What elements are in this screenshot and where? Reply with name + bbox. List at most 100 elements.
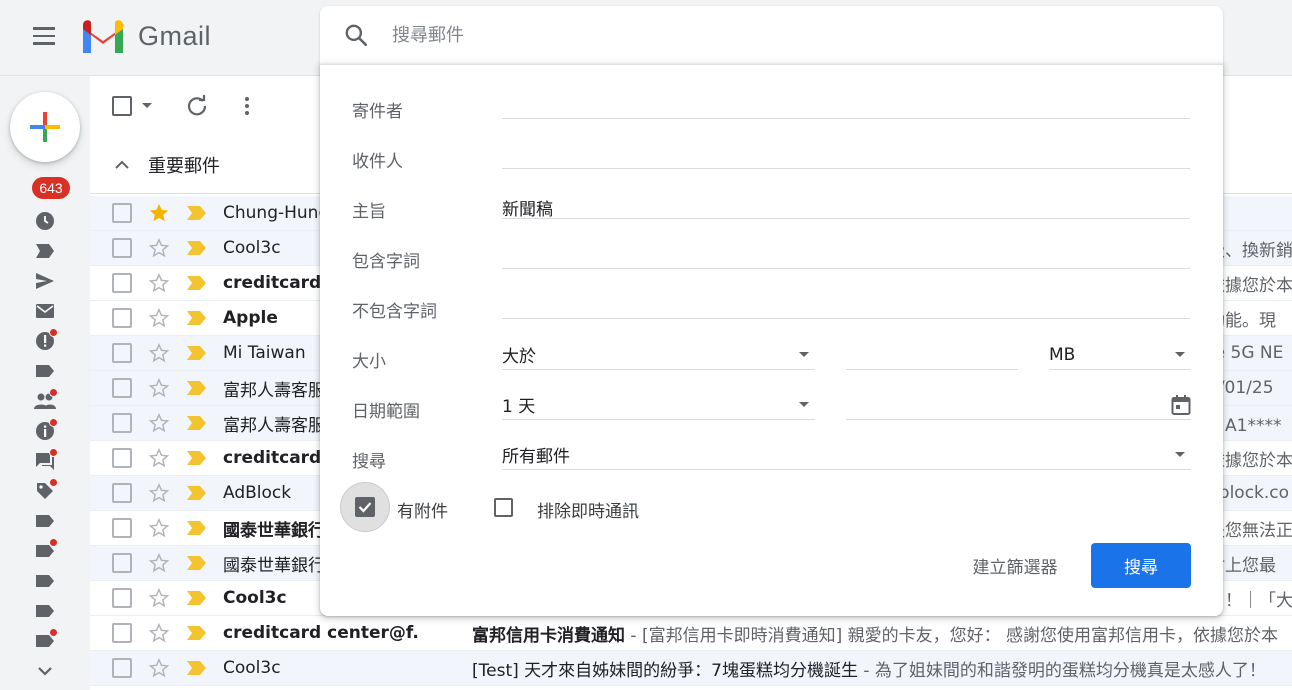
create-filter-button[interactable]: 建立篩選器 [960, 543, 1070, 587]
calendar-icon[interactable] [1171, 394, 1191, 416]
promotions-tag-icon[interactable] [34, 478, 58, 502]
checkmark-icon [355, 497, 375, 517]
row-checkbox[interactable] [112, 553, 132, 573]
importance-marker-icon[interactable] [186, 309, 208, 327]
main-menu-button[interactable] [22, 16, 66, 56]
star-icon[interactable] [148, 482, 170, 504]
inbox-unread-badge[interactable]: 643 [32, 177, 70, 199]
size-operator-select[interactable]: 大於 [502, 340, 815, 370]
row-checkbox[interactable] [112, 238, 132, 258]
has-words-field[interactable] [502, 239, 1190, 269]
subject-label: 主旨 [352, 202, 386, 222]
star-icon[interactable] [148, 622, 170, 644]
importance-marker-icon[interactable] [186, 204, 208, 222]
importance-marker-icon[interactable] [186, 414, 208, 432]
gmail-m-icon [83, 20, 123, 53]
row-checkbox[interactable] [112, 518, 132, 538]
mail-row[interactable]: creditcard center@f. 富邦信用卡消費通知 - [富邦信用卡即時… [90, 616, 1292, 651]
row-checkbox[interactable] [112, 343, 132, 363]
star-icon[interactable] [148, 587, 170, 609]
importance-marker-icon[interactable] [186, 484, 208, 502]
starred-star-icon[interactable] [148, 202, 170, 224]
label-icon[interactable] [34, 628, 58, 652]
has-attachment-checkbox[interactable] [340, 482, 390, 532]
left-rail: 643 [0, 76, 90, 690]
expand-more-chevron-icon[interactable] [34, 660, 56, 682]
row-checkbox[interactable] [112, 658, 132, 678]
row-checkbox[interactable] [112, 623, 132, 643]
importance-marker-icon[interactable] [186, 274, 208, 292]
star-icon[interactable] [148, 657, 170, 679]
row-snippet-text: - [富邦信用卡即時消費通知] 親愛的卡友，您好： 感謝您使用富邦信用卡，依據您… [625, 625, 1279, 646]
refresh-icon[interactable] [185, 94, 209, 118]
important-label-icon[interactable] [34, 240, 56, 262]
advanced-search-panel: 寄件者 收件人 主旨 新聞稿 包含字詞 不包含字詞 大小 大於 MB 日期範圍 … [320, 64, 1223, 616]
star-icon[interactable] [148, 272, 170, 294]
row-subject: [Test] 天才來自姊妹間的紛爭：7塊蛋糕均分機誕生 [472, 660, 858, 681]
to-field[interactable] [502, 139, 1190, 169]
size-amount-field[interactable] [846, 340, 1018, 370]
row-checkbox[interactable] [112, 588, 132, 608]
star-icon[interactable] [148, 342, 170, 364]
search-icon[interactable] [342, 21, 370, 49]
exclude-chats-label[interactable]: 排除即時通訊 [537, 497, 639, 522]
all-mail-icon[interactable] [34, 300, 56, 322]
star-icon[interactable] [148, 552, 170, 574]
importance-marker-icon[interactable] [186, 624, 208, 642]
sent-icon[interactable] [34, 270, 56, 292]
importance-marker-icon[interactable] [186, 589, 208, 607]
snoozed-clock-icon[interactable] [34, 210, 56, 232]
spam-icon[interactable] [34, 328, 58, 352]
forums-chat-icon[interactable] [34, 448, 58, 472]
row-checkbox[interactable] [112, 203, 132, 223]
social-people-icon[interactable] [34, 388, 58, 412]
subject-field[interactable]: 新聞稿 [502, 189, 1190, 220]
star-icon[interactable] [148, 377, 170, 399]
importance-marker-icon[interactable] [186, 344, 208, 362]
star-icon[interactable] [148, 412, 170, 434]
star-icon[interactable] [148, 517, 170, 539]
row-sender: creditcard center@f. [223, 623, 419, 643]
search-button[interactable]: 搜尋 [1091, 543, 1191, 588]
select-all-checkbox[interactable] [112, 96, 132, 116]
row-checkbox[interactable] [112, 413, 132, 433]
exclude-chats-checkbox[interactable] [494, 498, 513, 517]
select-dropdown-caret-icon[interactable] [142, 103, 152, 108]
row-checkbox[interactable] [112, 448, 132, 468]
updates-info-icon[interactable] [34, 418, 58, 442]
date-within-label: 日期範圍 [352, 402, 420, 422]
date-within-select[interactable]: 1 天 [502, 390, 815, 420]
search-input[interactable] [392, 24, 1172, 46]
notification-dot [49, 418, 58, 427]
label-icon[interactable] [34, 510, 56, 532]
importance-marker-icon[interactable] [186, 379, 208, 397]
row-checkbox[interactable] [112, 308, 132, 328]
star-icon[interactable] [148, 447, 170, 469]
more-vert-icon[interactable] [235, 94, 259, 118]
has-attachment-label[interactable]: 有附件 [397, 497, 448, 522]
notification-dot [49, 448, 58, 457]
row-checkbox[interactable] [112, 378, 132, 398]
date-field[interactable] [846, 390, 1191, 420]
mail-row[interactable]: Cool3c [Test] 天才來自姊妹間的紛爭：7塊蛋糕均分機誕生 - 為了姐妹… [90, 651, 1292, 686]
star-icon[interactable] [148, 237, 170, 259]
label-icon[interactable] [34, 600, 56, 622]
label-icon[interactable] [34, 538, 58, 562]
importance-marker-icon[interactable] [186, 239, 208, 257]
star-icon[interactable] [148, 307, 170, 329]
row-checkbox[interactable] [112, 273, 132, 293]
doesnt-have-field[interactable] [502, 289, 1190, 319]
importance-marker-icon[interactable] [186, 659, 208, 677]
from-field[interactable] [502, 89, 1190, 119]
importance-marker-icon[interactable] [186, 449, 208, 467]
importance-marker-icon[interactable] [186, 519, 208, 537]
search-in-select[interactable]: 所有郵件 [502, 440, 1191, 470]
compose-button[interactable] [10, 92, 80, 162]
label-icon[interactable] [34, 570, 56, 592]
importance-marker-icon[interactable] [186, 554, 208, 572]
notification-dot [49, 328, 58, 337]
label-icon[interactable] [34, 360, 56, 382]
row-checkbox[interactable] [112, 483, 132, 503]
gmail-logo[interactable]: Gmail [80, 16, 211, 56]
size-unit-select[interactable]: MB [1049, 340, 1191, 370]
